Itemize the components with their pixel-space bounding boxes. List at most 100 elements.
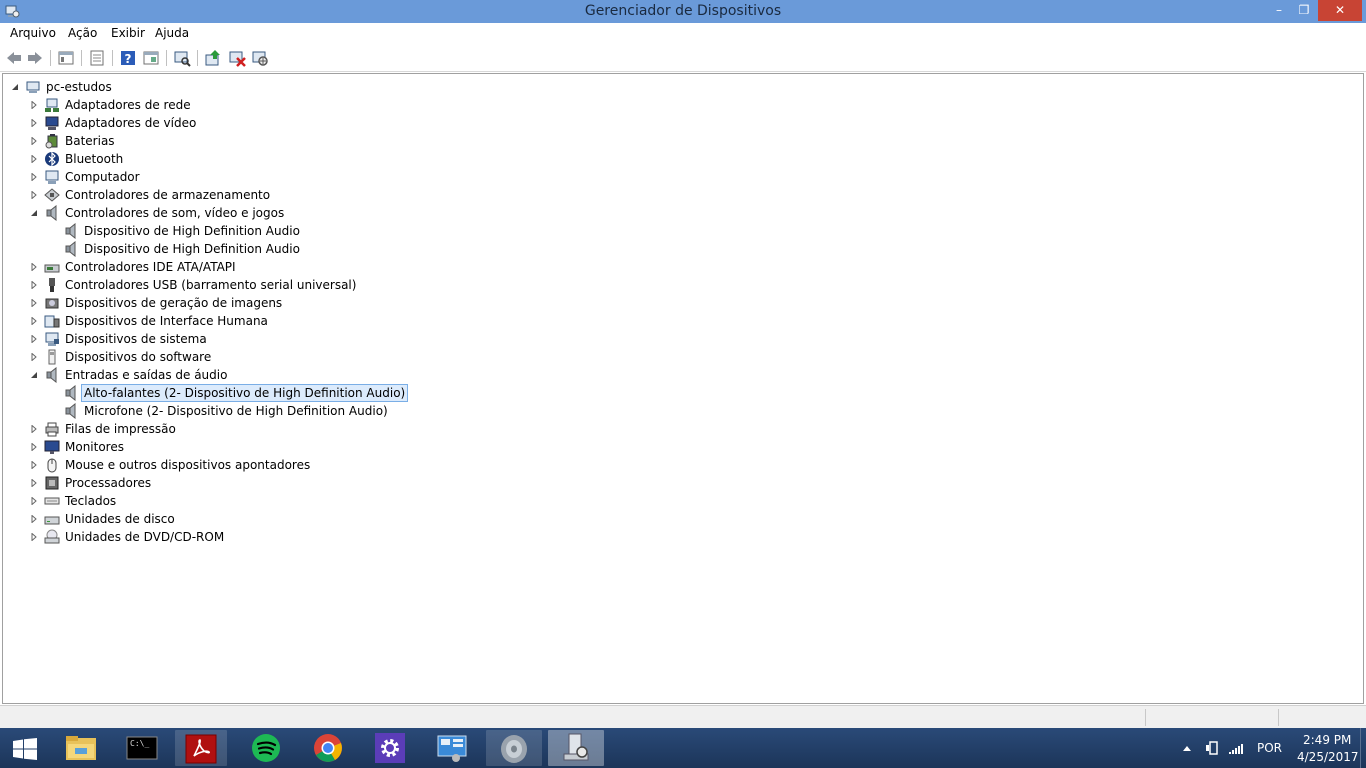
view-icon[interactable] (57, 49, 75, 67)
minimize-button[interactable]: – (1266, 0, 1292, 21)
speaker-icon (65, 223, 76, 239)
acrobat-button[interactable] (175, 730, 227, 766)
collapsed-arrow-icon[interactable] (30, 443, 38, 451)
tree-item-label: Teclados (65, 494, 117, 508)
tree-root[interactable]: pc-estudos (9, 78, 309, 96)
signal-icon[interactable] (1228, 740, 1244, 756)
tree-category[interactable]: Teclados (28, 492, 528, 510)
tree-category[interactable]: Unidades de DVD/CD-ROM (28, 528, 528, 546)
chrome-icon (314, 734, 342, 762)
tree-category[interactable]: Entradas e saídas de áudio (28, 366, 528, 384)
tree-category[interactable]: Unidades de disco (28, 510, 528, 528)
dvd-drive-icon (44, 529, 60, 544)
expanded-arrow-icon[interactable] (11, 83, 19, 91)
tree-category[interactable]: Controladores de armazenamento (28, 186, 528, 204)
collapsed-arrow-icon[interactable] (30, 461, 38, 469)
forward-icon[interactable] (26, 49, 44, 67)
collapsed-arrow-icon[interactable] (30, 317, 38, 325)
collapsed-arrow-icon[interactable] (30, 173, 38, 181)
tree-category[interactable]: Bluetooth (28, 150, 528, 168)
tree-device[interactable]: Alto-falantes (2- Dispositivo de High De… (47, 384, 547, 402)
collapsed-arrow-icon[interactable] (30, 497, 38, 505)
command-prompt-button[interactable]: C:\_ (114, 730, 170, 766)
tree-item-label: Mouse e outros dispositivos apontadores (65, 458, 311, 472)
update-driver-icon[interactable] (204, 49, 222, 67)
tree-category[interactable]: Controladores IDE ATA/ATAPI (28, 258, 528, 276)
tree-category[interactable]: Controladores USB (barramento serial uni… (28, 276, 528, 294)
tree-category[interactable]: Processadores (28, 474, 528, 492)
device-manager-button[interactable] (548, 730, 604, 766)
selected-device-label: Alto-falantes (2- Dispositivo de High De… (81, 384, 409, 402)
menu-acao[interactable]: Ação (68, 26, 97, 40)
file-explorer-button[interactable] (53, 730, 109, 766)
control-panel-button[interactable] (424, 730, 480, 766)
tree-category[interactable]: Dispositivos de geração de imagens (28, 294, 528, 312)
folder-icon (66, 736, 96, 760)
tree-category[interactable]: Controladores de som, vídeo e jogos (28, 204, 528, 222)
menu-arquivo[interactable]: Arquivo (10, 26, 56, 40)
tree-device[interactable]: Dispositivo de High Definition Audio (47, 240, 547, 258)
collapsed-arrow-icon[interactable] (30, 101, 38, 109)
clock-date[interactable]: 4/25/2017 (1297, 750, 1359, 764)
toolbar: ? (0, 45, 1366, 72)
tree-category[interactable]: Adaptadores de vídeo (28, 114, 528, 132)
expanded-arrow-icon[interactable] (30, 371, 38, 379)
expanded-arrow-icon[interactable] (30, 209, 38, 217)
collapsed-arrow-icon[interactable] (30, 533, 38, 541)
collapsed-arrow-icon[interactable] (30, 281, 38, 289)
menu-ajuda[interactable]: Ajuda (155, 26, 189, 40)
menu-exibir[interactable]: Exibir (111, 26, 145, 40)
disable-icon[interactable] (251, 49, 269, 67)
collapsed-arrow-icon[interactable] (30, 353, 38, 361)
collapsed-arrow-icon[interactable] (30, 299, 38, 307)
collapsed-arrow-icon[interactable] (30, 479, 38, 487)
tree-item-label: Dispositivos de Interface Humana (65, 314, 268, 328)
tree-category[interactable]: Filas de impressão (28, 420, 528, 438)
help-icon[interactable]: ? (119, 49, 137, 67)
tree-item-label: Unidades de disco (65, 512, 175, 526)
scan-hardware-icon[interactable] (173, 49, 191, 67)
status-bar (0, 705, 1366, 729)
maximize-button[interactable]: ❐ (1291, 0, 1317, 21)
tree-category[interactable]: Computador (28, 168, 528, 186)
spotify-button[interactable] (238, 730, 294, 766)
tree-category[interactable]: Adaptadores de rede (28, 96, 528, 114)
tree-category[interactable]: Baterias (28, 132, 528, 150)
collapsed-arrow-icon[interactable] (30, 155, 38, 163)
tree-device[interactable]: Microfone (2- Dispositivo de High Defini… (47, 402, 547, 420)
close-button[interactable]: ✕ (1318, 0, 1362, 21)
uninstall-icon[interactable] (228, 49, 246, 67)
tree-category[interactable]: Dispositivos do software (28, 348, 528, 366)
language-indicator[interactable]: POR (1257, 741, 1282, 755)
tree-category[interactable]: Mouse e outros dispositivos apontadores (28, 456, 528, 474)
pdf-icon (185, 734, 217, 764)
tree-category[interactable]: Dispositivos de Interface Humana (28, 312, 528, 330)
collapsed-arrow-icon[interactable] (30, 425, 38, 433)
spotify-icon (252, 734, 280, 762)
control-panel-icon (437, 735, 467, 762)
clock-time[interactable]: 2:49 PM (1303, 733, 1351, 747)
start-button[interactable] (0, 730, 50, 766)
device-tree[interactable]: pc-estudos Adaptadores de rede Adaptadore… (2, 73, 1364, 704)
view-devices-icon[interactable] (142, 49, 160, 67)
speaker-icon (46, 367, 57, 383)
tree-category[interactable]: Dispositivos de sistema (28, 330, 528, 348)
power-icon[interactable] (1204, 740, 1220, 756)
collapsed-arrow-icon[interactable] (30, 263, 38, 271)
keyboard-icon (44, 497, 60, 505)
collapsed-arrow-icon[interactable] (30, 119, 38, 127)
settings-button[interactable] (362, 730, 418, 766)
chrome-button[interactable] (300, 730, 356, 766)
collapsed-arrow-icon[interactable] (30, 515, 38, 523)
properties-icon[interactable] (88, 49, 106, 67)
tree-category[interactable]: Monitores (28, 438, 528, 456)
collapsed-arrow-icon[interactable] (30, 335, 38, 343)
sound-button[interactable] (486, 730, 542, 766)
show-desktop-button[interactable] (1360, 728, 1366, 768)
show-hidden-icons-icon[interactable] (1182, 744, 1192, 752)
window-title: Gerenciador de Dispositivos (584, 3, 782, 19)
tree-device[interactable]: Dispositivo de High Definition Audio (47, 222, 547, 240)
back-icon[interactable] (5, 49, 23, 67)
collapsed-arrow-icon[interactable] (30, 191, 38, 199)
collapsed-arrow-icon[interactable] (30, 137, 38, 145)
